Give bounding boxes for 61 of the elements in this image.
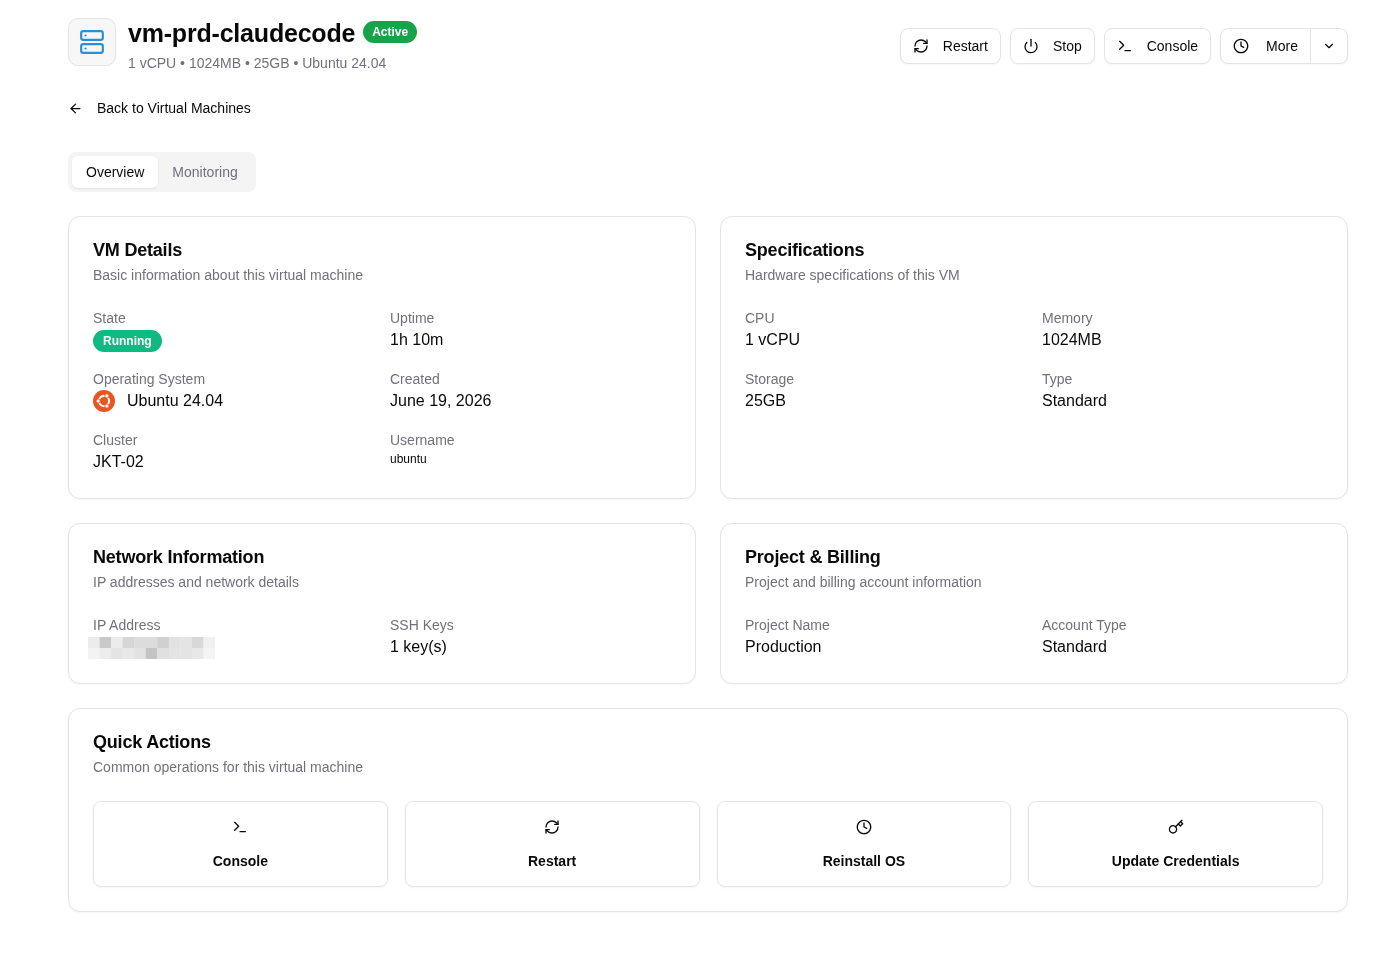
field-value: Ubuntu 24.04 [127, 390, 224, 411]
field-label: Project Name [745, 615, 831, 635]
tab[interactable]: Monitoring [158, 155, 252, 188]
field-value: JKT-02 [93, 451, 145, 472]
tab[interactable]: Overview [72, 155, 159, 188]
refresh-icon [912, 38, 929, 54]
clock-icon [855, 818, 872, 835]
key-icon [1167, 818, 1184, 835]
clock-icon [1233, 38, 1250, 54]
console-action-button[interactable]: Console [93, 800, 388, 887]
vm-title: vm-prd-claudecode [128, 18, 356, 48]
field-value: Standard [1042, 636, 1108, 657]
field-label: Uptime [390, 308, 436, 328]
vm-summary: 1 vCPU • 1024MB • 25GB • Ubuntu 24.04 [128, 54, 388, 73]
field-label: Account Type [1042, 615, 1128, 635]
status-badge: Running [93, 329, 162, 352]
ring-emblem-icon [93, 389, 115, 412]
terminal-icon [1116, 38, 1133, 54]
field-value: ubuntu [390, 450, 428, 468]
field-value: June 19, 2026 [390, 390, 493, 411]
dropdown-button[interactable] [1310, 28, 1348, 64]
field-label: State [93, 308, 127, 328]
card-description: Hardware specifications of this VM [745, 265, 961, 285]
field-label: Operating System [93, 369, 207, 389]
reinstall-action-button[interactable]: Reinstall OS [716, 800, 1012, 887]
card-title: Network Information [93, 545, 266, 568]
field-value: 1 key(s) [390, 636, 448, 657]
field-label: Memory [1042, 308, 1094, 328]
field-value: 1 vCPU [745, 329, 802, 350]
card-description: Common operations for this virtual machine [93, 757, 364, 777]
stop-button[interactable]: Stop [1009, 28, 1095, 64]
power-icon [1022, 38, 1039, 54]
status-badge: Active [363, 21, 418, 43]
more-button[interactable]: More [1220, 28, 1311, 64]
field-label: IP Address [93, 615, 162, 635]
field-value: 25GB [745, 390, 787, 411]
field-label: Type [1042, 369, 1074, 389]
restart-button[interactable]: Restart [899, 28, 1001, 64]
field-value: Standard [1042, 390, 1108, 411]
back-link[interactable]: Back to Virtual Machines [68, 98, 251, 118]
field-label: SSH Keys [390, 615, 455, 635]
server-icon [68, 18, 116, 66]
card-title: VM Details [93, 238, 184, 261]
field-label: Cluster [93, 430, 139, 450]
restart-action-button[interactable]: Restart [404, 800, 700, 887]
card-description: Basic information about this virtual machine [93, 265, 365, 285]
field-label: CPU [745, 308, 776, 328]
field-label: Storage [745, 369, 796, 389]
field-value: 1h 10m [390, 329, 445, 350]
field-value: 1024MB [1042, 329, 1103, 350]
credentials-action-button[interactable]: Update Credentials [1028, 800, 1323, 887]
field-value: Production [745, 636, 823, 657]
console-button[interactable]: Console [1103, 28, 1212, 64]
card-title: Quick Actions [93, 730, 212, 753]
field-label: Created [390, 369, 441, 389]
card-title: Project & Billing [745, 545, 882, 568]
field-label: Username [390, 430, 456, 450]
card-title: Specifications [745, 238, 866, 261]
refresh-icon [544, 818, 561, 835]
card-description: IP addresses and network details [93, 572, 300, 592]
card-description: Project and billing account information [745, 572, 983, 592]
